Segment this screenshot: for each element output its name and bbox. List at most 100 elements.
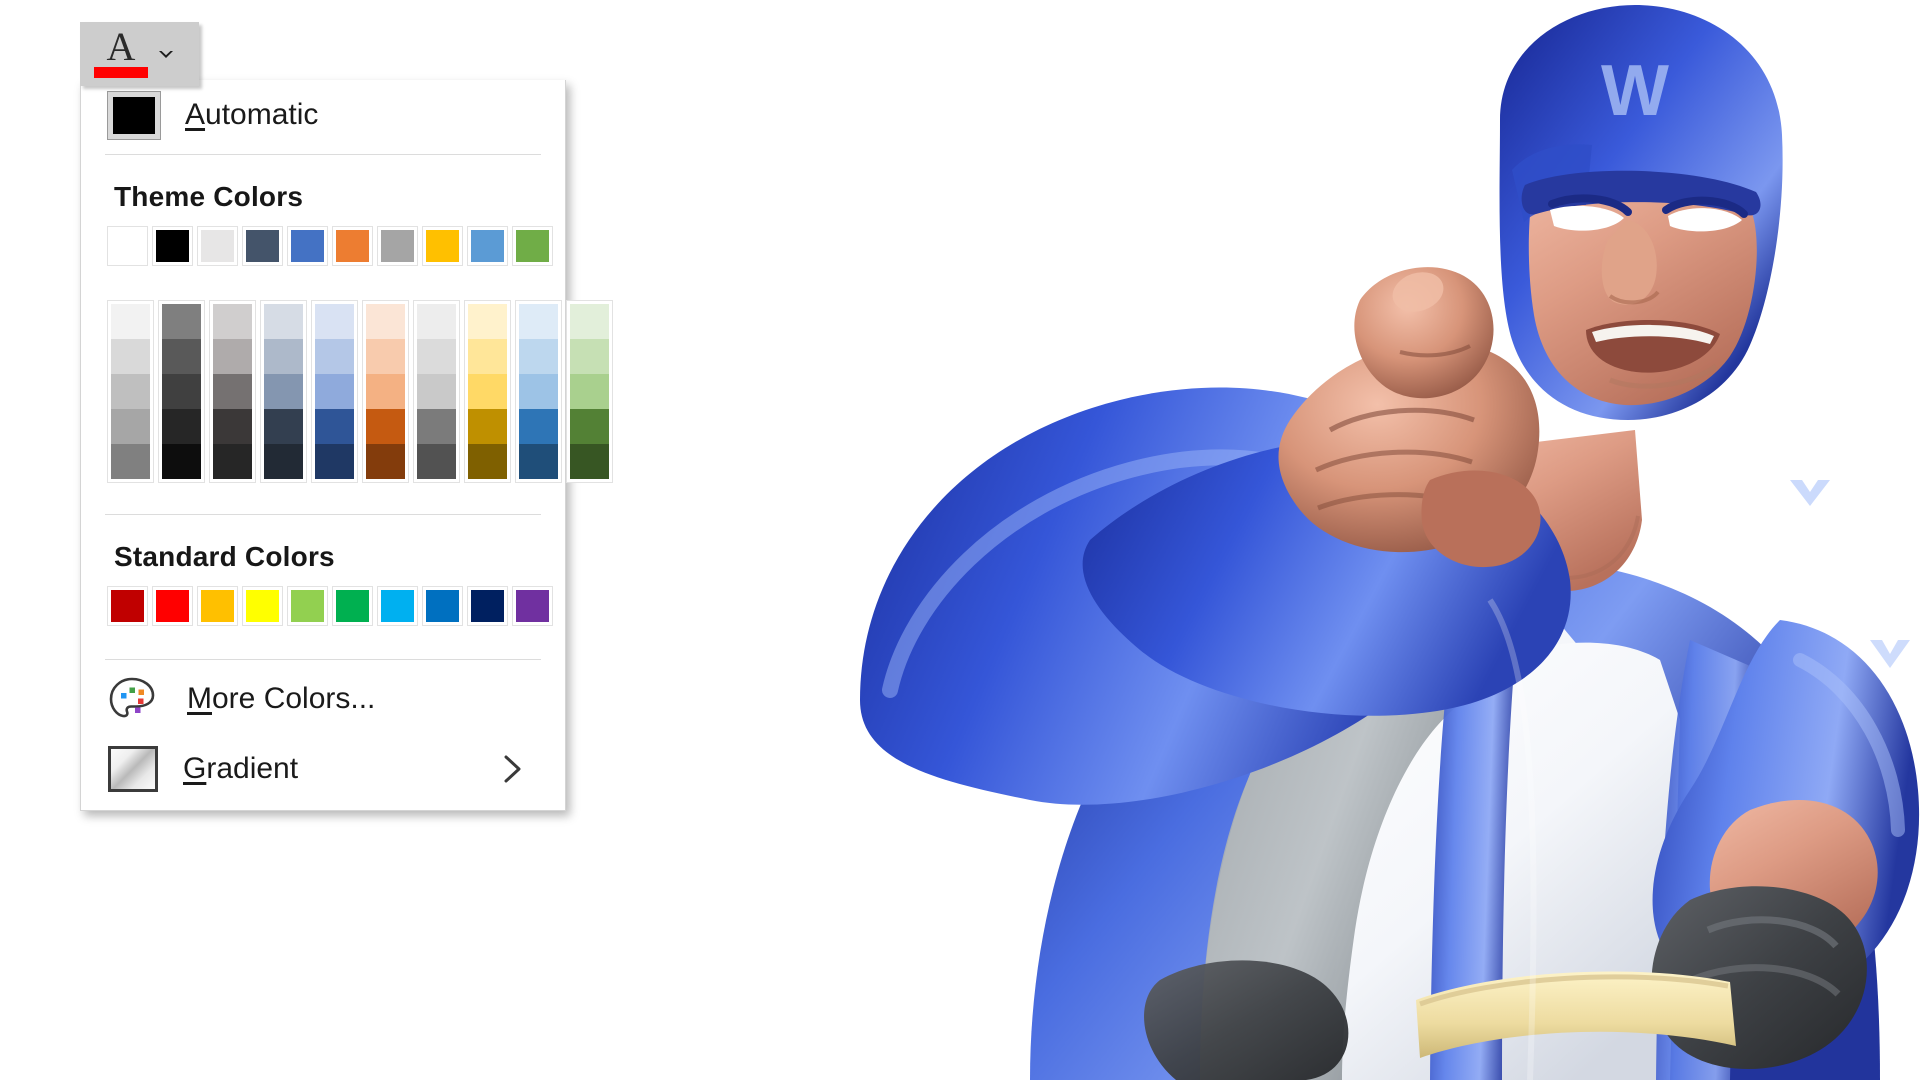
standard-color-swatch[interactable] xyxy=(423,587,462,625)
chevron-down-icon[interactable] xyxy=(155,43,177,65)
theme-variant-swatch[interactable] xyxy=(417,374,456,409)
standard-color-swatch[interactable] xyxy=(468,587,507,625)
theme-variant-swatch[interactable] xyxy=(366,339,405,374)
standard-color-swatch[interactable] xyxy=(108,587,147,625)
theme-variant-swatch[interactable] xyxy=(213,339,252,374)
theme-variant-swatch[interactable] xyxy=(111,304,150,339)
theme-variant-swatch[interactable] xyxy=(315,304,354,339)
theme-variant-swatch[interactable] xyxy=(111,409,150,444)
theme-variant-swatch[interactable] xyxy=(468,304,507,339)
theme-variant-swatch[interactable] xyxy=(264,304,303,339)
theme-color-swatch[interactable] xyxy=(198,227,237,265)
theme-variant-column[interactable] xyxy=(516,301,561,482)
automatic-color-swatch[interactable] xyxy=(107,90,161,140)
theme-variant-swatch[interactable] xyxy=(264,374,303,409)
theme-variant-swatch[interactable] xyxy=(213,374,252,409)
theme-variant-swatch[interactable] xyxy=(111,339,150,374)
font-color-toolbar-button[interactable]: A xyxy=(80,22,199,86)
theme-variant-swatch[interactable] xyxy=(315,409,354,444)
theme-variant-swatch[interactable] xyxy=(519,374,558,409)
theme-color-swatch[interactable] xyxy=(423,227,462,265)
standard-colors-title: Standard Colors xyxy=(114,541,335,572)
theme-color-swatch[interactable] xyxy=(288,227,327,265)
theme-variant-column[interactable] xyxy=(363,301,408,482)
theme-colors-variants-grid[interactable] xyxy=(81,301,612,482)
theme-variant-column[interactable] xyxy=(312,301,357,482)
chevron-right-icon[interactable] xyxy=(499,752,525,786)
theme-variant-column[interactable] xyxy=(414,301,459,482)
font-color-dropdown-menu[interactable]: Automatic Theme Colors Standard Colors M… xyxy=(80,80,612,811)
automatic-label: Automatic xyxy=(185,98,318,132)
theme-variant-swatch[interactable] xyxy=(468,444,507,479)
theme-variant-swatch[interactable] xyxy=(315,444,354,479)
divider-theme-standard xyxy=(105,514,541,515)
standard-color-swatch[interactable] xyxy=(333,587,372,625)
standard-colors-row[interactable] xyxy=(81,587,565,625)
theme-variant-swatch[interactable] xyxy=(162,409,201,444)
theme-variant-swatch[interactable] xyxy=(366,444,405,479)
standard-color-swatch[interactable] xyxy=(198,587,237,625)
theme-variant-swatch[interactable] xyxy=(570,304,609,339)
theme-variant-column[interactable] xyxy=(159,301,204,482)
theme-variant-swatch[interactable] xyxy=(111,444,150,479)
theme-variant-swatch[interactable] xyxy=(366,409,405,444)
theme-variant-swatch[interactable] xyxy=(570,409,609,444)
theme-variant-column[interactable] xyxy=(108,301,153,482)
menu-item-automatic[interactable]: Automatic xyxy=(81,80,565,150)
theme-variant-swatch[interactable] xyxy=(468,409,507,444)
theme-variant-swatch[interactable] xyxy=(366,374,405,409)
standard-color-swatch[interactable] xyxy=(378,587,417,625)
theme-variant-column[interactable] xyxy=(261,301,306,482)
menu-item-gradient[interactable]: Gradient xyxy=(81,734,565,804)
theme-color-swatch[interactable] xyxy=(153,227,192,265)
more-colors-accel-char: M xyxy=(187,682,212,715)
theme-color-swatch[interactable] xyxy=(378,227,417,265)
theme-variant-swatch[interactable] xyxy=(111,374,150,409)
theme-variant-swatch[interactable] xyxy=(468,339,507,374)
theme-variant-column[interactable] xyxy=(567,301,612,482)
theme-variant-swatch[interactable] xyxy=(213,409,252,444)
theme-variant-swatch[interactable] xyxy=(468,374,507,409)
menu-item-more-colors[interactable]: More Colors... xyxy=(81,664,565,734)
theme-variant-swatch[interactable] xyxy=(519,444,558,479)
theme-color-swatch[interactable] xyxy=(468,227,507,265)
theme-variant-swatch[interactable] xyxy=(213,444,252,479)
theme-variant-column[interactable] xyxy=(210,301,255,482)
theme-color-swatch[interactable] xyxy=(513,227,552,265)
theme-colors-title: Theme Colors xyxy=(114,181,304,212)
standard-color-swatch[interactable] xyxy=(288,587,327,625)
theme-color-swatch[interactable] xyxy=(243,227,282,265)
theme-variant-swatch[interactable] xyxy=(519,409,558,444)
theme-variant-swatch[interactable] xyxy=(162,339,201,374)
theme-color-swatch[interactable] xyxy=(108,227,147,265)
theme-variant-swatch[interactable] xyxy=(264,444,303,479)
theme-variant-swatch[interactable] xyxy=(570,444,609,479)
theme-variant-swatch[interactable] xyxy=(417,304,456,339)
theme-variant-swatch[interactable] xyxy=(162,304,201,339)
theme-variant-swatch[interactable] xyxy=(417,409,456,444)
theme-variant-swatch[interactable] xyxy=(366,304,405,339)
theme-variant-swatch[interactable] xyxy=(519,304,558,339)
theme-variant-swatch[interactable] xyxy=(264,339,303,374)
theme-colors-base-row[interactable] xyxy=(81,227,565,279)
standard-color-swatch[interactable] xyxy=(243,587,282,625)
theme-variant-swatch[interactable] xyxy=(315,339,354,374)
theme-variant-column[interactable] xyxy=(465,301,510,482)
theme-variant-swatch[interactable] xyxy=(570,339,609,374)
palette-icon xyxy=(108,676,162,722)
gradient-label-rest: radient xyxy=(206,752,299,785)
theme-variant-swatch[interactable] xyxy=(264,409,303,444)
theme-variant-swatch[interactable] xyxy=(417,444,456,479)
theme-color-swatch[interactable] xyxy=(333,227,372,265)
standard-color-swatch[interactable] xyxy=(513,587,552,625)
theme-variant-swatch[interactable] xyxy=(519,339,558,374)
theme-variant-swatch[interactable] xyxy=(162,374,201,409)
svg-text:W: W xyxy=(1601,51,1669,131)
theme-variant-swatch[interactable] xyxy=(213,304,252,339)
theme-variant-swatch[interactable] xyxy=(417,339,456,374)
theme-variant-swatch[interactable] xyxy=(315,374,354,409)
theme-variant-swatch[interactable] xyxy=(162,444,201,479)
more-colors-label-rest: ore Colors... xyxy=(212,682,376,715)
theme-variant-swatch[interactable] xyxy=(570,374,609,409)
standard-color-swatch[interactable] xyxy=(153,587,192,625)
